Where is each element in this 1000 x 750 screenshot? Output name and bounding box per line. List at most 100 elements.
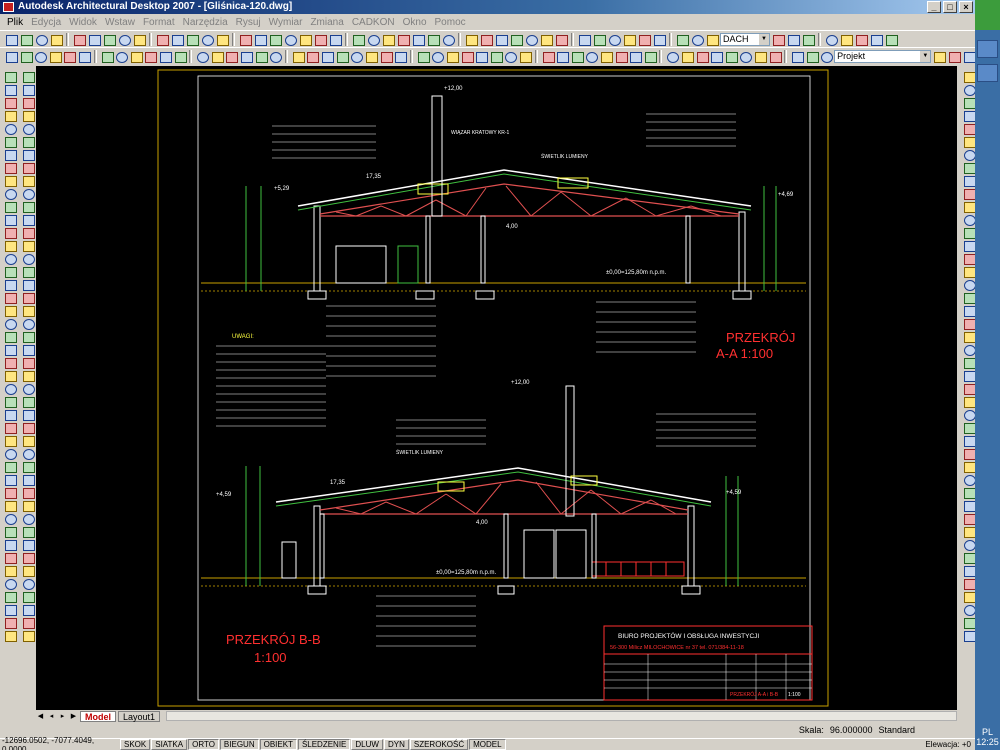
draw-tool-icon[interactable]	[3, 330, 17, 343]
toolbar-tool-icon[interactable]	[34, 33, 48, 46]
toolbar-tool-icon[interactable]	[426, 33, 440, 46]
status-model-button[interactable]: MODEL	[469, 739, 506, 750]
toolbar-tool-icon[interactable]	[854, 33, 868, 46]
toolbar-tool-icon[interactable]	[570, 50, 584, 63]
palette-tool-icon[interactable]	[962, 512, 976, 525]
prev-tab-button[interactable]: ◂	[47, 712, 56, 721]
toolbar-tool-icon[interactable]	[479, 33, 493, 46]
toolbar-tool-icon[interactable]	[790, 50, 804, 63]
toolbar-tool-icon[interactable]	[768, 50, 782, 63]
toolbar-tool-icon[interactable]	[224, 50, 239, 63]
palette-tool-icon[interactable]	[962, 499, 976, 512]
palette-tool-icon[interactable]	[962, 408, 976, 421]
palette-tool-icon[interactable]	[962, 252, 976, 265]
toolbar-tool-icon[interactable]	[584, 50, 598, 63]
palette-tool-icon[interactable]	[962, 343, 976, 356]
toolbar-tool-icon[interactable]	[724, 50, 738, 63]
palette-tool-icon[interactable]	[962, 83, 976, 96]
draw-tool-icon[interactable]	[3, 616, 17, 629]
toolbar-tool-icon[interactable]	[555, 50, 569, 63]
toolbar-tool-icon[interactable]	[185, 33, 199, 46]
toolbar-tool-icon[interactable]	[239, 50, 253, 63]
toolbar-tool-icon[interactable]	[114, 50, 128, 63]
scale-value[interactable]: 96.000000	[830, 725, 873, 735]
draw-tool-icon[interactable]	[3, 96, 17, 109]
draw-tool-icon[interactable]	[3, 603, 17, 616]
modify-tool-icon[interactable]	[21, 161, 35, 174]
modify-tool-icon[interactable]	[21, 603, 35, 616]
draw-tool-icon[interactable]	[3, 369, 17, 382]
taskbar-item[interactable]	[977, 64, 998, 82]
toolbar-tool-icon[interactable]	[675, 33, 689, 46]
draw-tool-icon[interactable]	[3, 382, 17, 395]
toolbar-tool-icon[interactable]	[33, 50, 47, 63]
palette-tool-icon[interactable]	[962, 291, 976, 304]
modify-tool-icon[interactable]	[21, 421, 35, 434]
drawing-canvas[interactable]: +12,00 +5,29 +4,69 17,35 4,00 ±0,00=125,…	[36, 66, 957, 710]
toolbar-tool-icon[interactable]	[396, 33, 410, 46]
draw-tool-icon[interactable]	[3, 135, 17, 148]
modify-tool-icon[interactable]	[21, 304, 35, 317]
toolbar-tool-icon[interactable]	[291, 50, 305, 63]
status-siatka-button[interactable]: SIATKA	[151, 739, 188, 750]
toolbar-tool-icon[interactable]	[445, 50, 459, 63]
modify-tool-icon[interactable]	[21, 577, 35, 590]
toolbar-tool-icon[interactable]	[709, 50, 723, 63]
toolbar-tool-icon[interactable]	[643, 50, 657, 63]
minimize-button[interactable]: _	[927, 1, 941, 13]
modify-tool-icon[interactable]	[21, 135, 35, 148]
palette-tool-icon[interactable]	[962, 434, 976, 447]
toolbar-tool-icon[interactable]	[460, 50, 474, 63]
toolbar-tool-icon[interactable]	[143, 50, 158, 63]
tab-model[interactable]: Model	[80, 710, 116, 722]
toolbar-tool-icon[interactable]	[819, 50, 834, 63]
toolbar-tool-icon[interactable]	[622, 33, 636, 46]
toolbar-tool-icon[interactable]	[628, 50, 642, 63]
modify-tool-icon[interactable]	[21, 96, 35, 109]
palette-tool-icon[interactable]	[962, 70, 976, 83]
draw-tool-icon[interactable]	[3, 512, 17, 525]
menu-item[interactable]: Zmiana	[307, 17, 346, 28]
palette-tool-icon[interactable]	[962, 603, 976, 616]
draw-tool-icon[interactable]	[3, 109, 17, 122]
toolbar-tool-icon[interactable]	[962, 50, 976, 63]
toolbar-tool-icon[interactable]	[173, 50, 187, 63]
palette-tool-icon[interactable]	[962, 486, 976, 499]
toolbar-tool-icon[interactable]	[474, 50, 488, 63]
draw-tool-icon[interactable]	[3, 434, 17, 447]
status-orto-button[interactable]: ORTO	[188, 739, 219, 750]
toolbar-tool-icon[interactable]	[441, 33, 455, 46]
menu-item[interactable]: Widok	[66, 17, 100, 28]
tab-layout1[interactable]: Layout1	[118, 710, 161, 722]
draw-tool-icon[interactable]	[3, 317, 17, 330]
modify-tool-icon[interactable]	[21, 239, 35, 252]
palette-tool-icon[interactable]	[962, 330, 976, 343]
toolbar-tool-icon[interactable]	[416, 50, 430, 63]
draw-tool-icon[interactable]	[3, 278, 17, 291]
palette-tool-icon[interactable]	[962, 447, 976, 460]
toolbar-tool-icon[interactable]	[72, 33, 86, 46]
palette-tool-icon[interactable]	[962, 304, 976, 317]
toolbar-tool-icon[interactable]	[753, 50, 767, 63]
palette-tool-icon[interactable]	[962, 174, 976, 187]
toolbar-tool-icon[interactable]	[690, 33, 704, 46]
draw-tool-icon[interactable]	[3, 252, 17, 265]
modify-tool-icon[interactable]	[21, 122, 35, 135]
palette-tool-icon[interactable]	[962, 395, 976, 408]
draw-tool-icon[interactable]	[3, 343, 17, 356]
draw-tool-icon[interactable]	[3, 460, 17, 473]
toolbar-tool-icon[interactable]	[607, 33, 621, 46]
toolbar-tool-icon[interactable]	[489, 50, 503, 63]
palette-tool-icon[interactable]	[962, 317, 976, 330]
draw-tool-icon[interactable]	[3, 161, 17, 174]
palette-tool-icon[interactable]	[962, 200, 976, 213]
modify-tool-icon[interactable]	[21, 213, 35, 226]
toolbar-tool-icon[interactable]	[592, 33, 606, 46]
modify-tool-icon[interactable]	[21, 226, 35, 239]
next-tab-button[interactable]: ▸	[58, 712, 67, 721]
draw-tool-icon[interactable]	[3, 174, 17, 187]
palette-tool-icon[interactable]	[962, 538, 976, 551]
toolbar-tool-icon[interactable]	[305, 50, 320, 63]
modify-tool-icon[interactable]	[21, 499, 35, 512]
modify-tool-icon[interactable]	[21, 356, 35, 369]
